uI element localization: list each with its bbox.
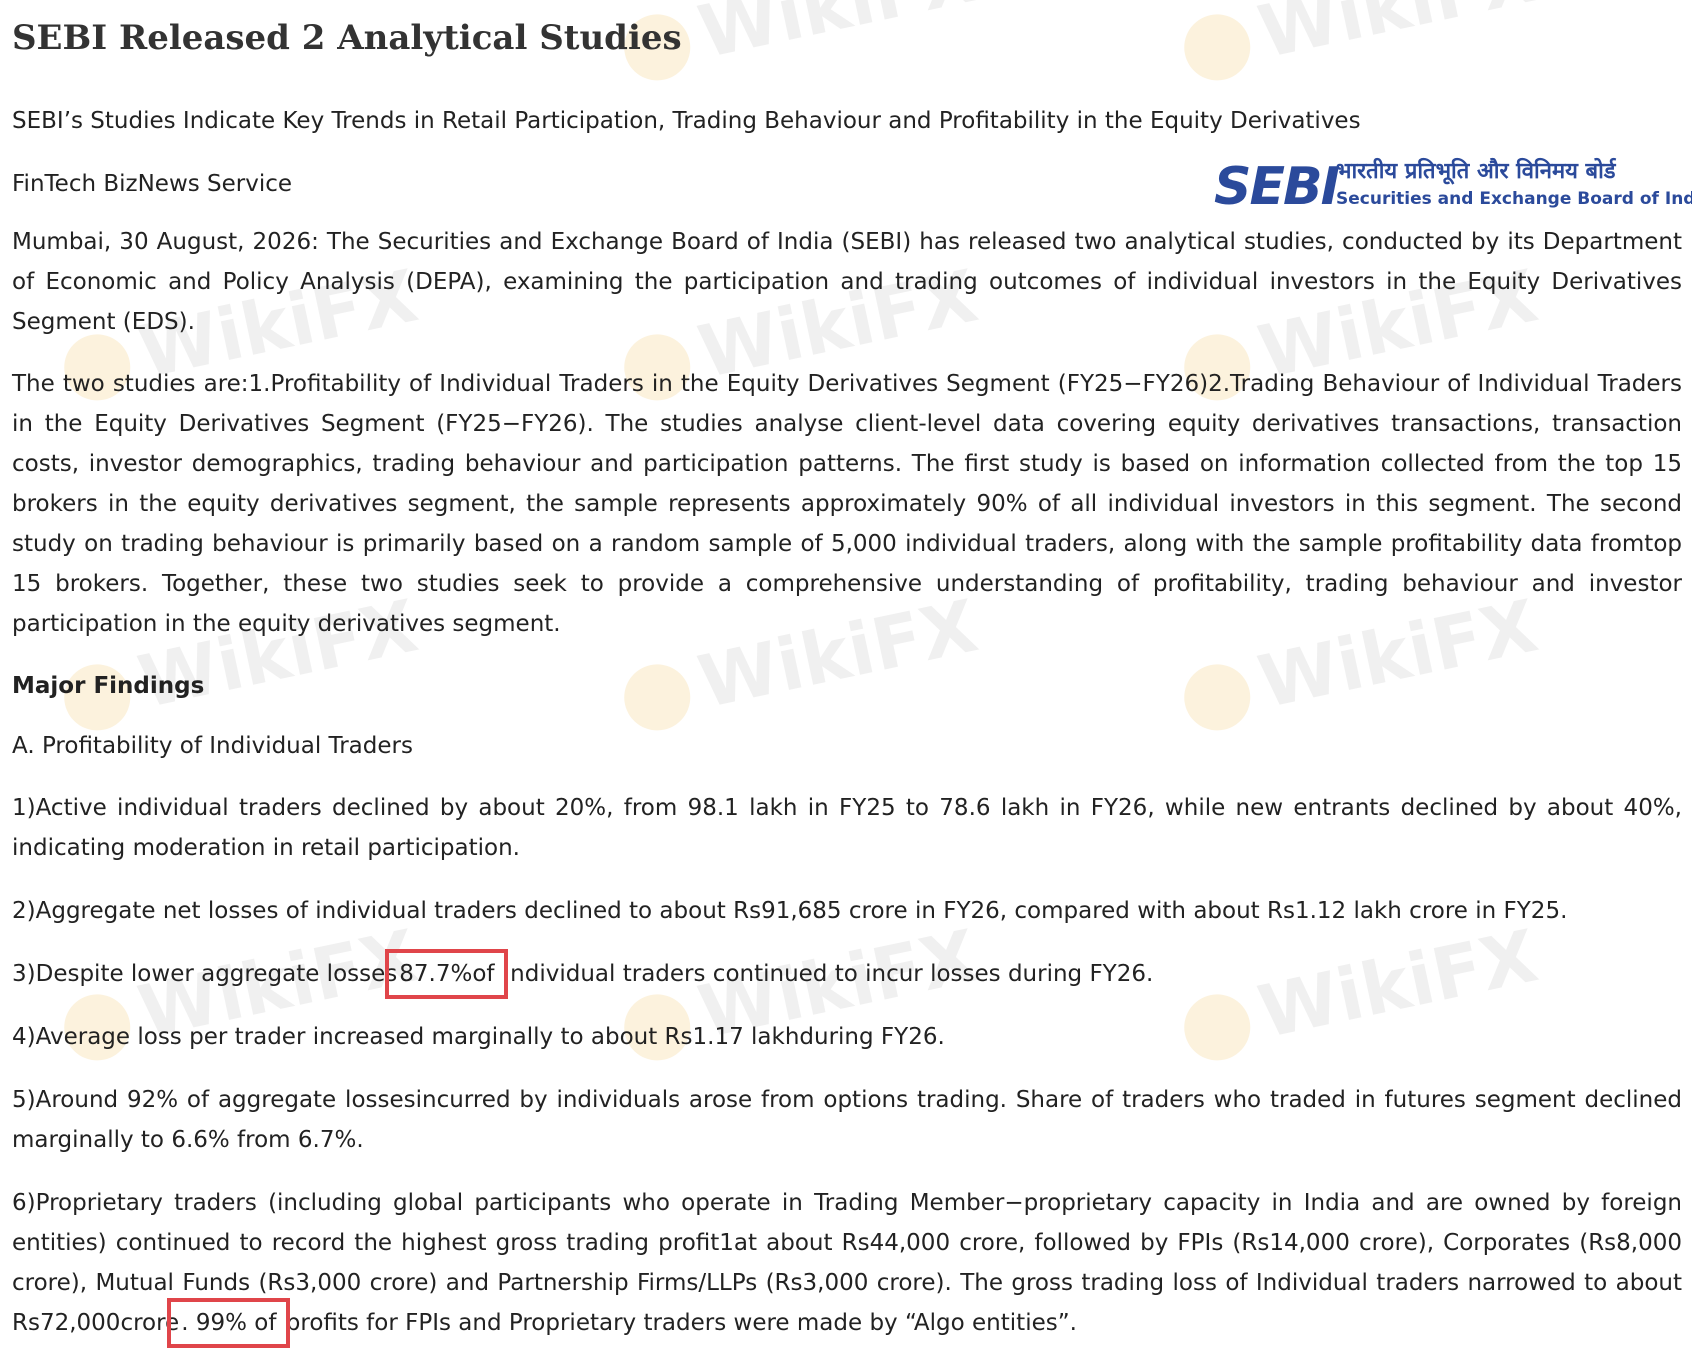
finding-6-post: profits for FPIs and Proprietary traders… [278,1310,1077,1336]
finding-6: 6)Proprietary traders (including global … [12,1183,1682,1348]
major-findings-heading: Major Findings [12,673,205,699]
section-a-heading: A. Profitability of Individual Traders [12,733,413,759]
finding-3-post: individual traders continued to incur lo… [496,961,1154,987]
finding-3-pre: 3)Despite lower aggregate losses [12,961,398,987]
sebi-logo-mark: SEBI [1214,157,1340,217]
article: SEBI Released 2 Analytical Studies SEBI’… [12,0,1692,1366]
intro-paragraph: Mumbai, 30 August, 2026: The Securities … [12,229,1682,335]
highlight-99-percent: . 99% of [167,1298,291,1348]
finding-4: 4)Average loss per trader increased marg… [12,1024,945,1050]
finding-2: 2)Aggregate net losses of individual tra… [12,898,1568,924]
finding-1: 1)Active individual traders declined by … [12,795,1682,861]
highlight-87-7-percent: 87.7%of [385,949,509,999]
finding-3: 3)Despite lower aggregate losses87.7%of … [12,949,1682,999]
studies-paragraph: The two studies are:1.Profitability of I… [12,371,1682,637]
sebi-logo-hindi: भारतीय प्रतिभूति और विनिमय बोर्ड [1336,159,1616,184]
article-subtitle: SEBI’s Studies Indicate Key Trends in Re… [12,108,1361,134]
sebi-logo-english: Securities and Exchange Board of India [1336,189,1692,209]
byline-row: FinTech BizNews Service SEBI भारतीय प्रत… [12,159,1692,214]
sebi-logo: SEBI भारतीय प्रतिभूति और विनिमय बोर्ड Se… [1214,157,1692,217]
article-title: SEBI Released 2 Analytical Studies [12,18,682,58]
finding-5: 5)Around 92% of aggregate lossesincurred… [12,1087,1682,1153]
